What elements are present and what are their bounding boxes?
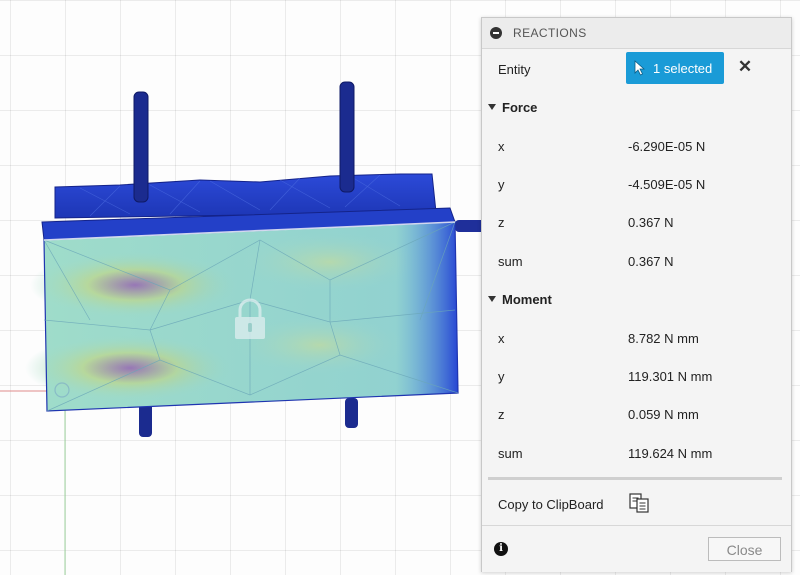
- force-z-label: z: [498, 215, 505, 230]
- pin-top-left: [133, 91, 149, 203]
- moment-sum-label: sum: [498, 446, 523, 461]
- info-icon[interactable]: i: [494, 542, 508, 556]
- close-button[interactable]: Close: [708, 537, 781, 561]
- moment-z-value: 0.059 N mm: [628, 407, 699, 422]
- reactions-panel: REACTIONS Entity 1 selected ✕ Force x -6…: [481, 17, 792, 572]
- moment-x-label: x: [498, 331, 505, 346]
- moment-y-value: 119.301 N mm: [628, 369, 713, 384]
- force-z-value: 0.367 N: [628, 215, 674, 230]
- force-y-label: y: [498, 177, 505, 192]
- force-sum-label: sum: [498, 254, 523, 269]
- moment-x-value: 8.782 N mm: [628, 331, 699, 346]
- chevron-down-icon: [488, 296, 496, 302]
- moment-sum-value: 119.624 N mm: [628, 446, 713, 461]
- force-heading: Force: [502, 100, 538, 115]
- force-sum-value: 0.367 N: [628, 254, 674, 269]
- collapse-icon[interactable]: [490, 27, 502, 39]
- panel-title: REACTIONS: [513, 26, 587, 40]
- cursor-icon: [634, 60, 645, 76]
- clipboard-icon[interactable]: [628, 492, 650, 514]
- copy-clipboard-label: Copy to ClipBoard: [498, 497, 604, 512]
- section-divider: [488, 477, 782, 480]
- entity-select-button[interactable]: 1 selected: [626, 52, 724, 84]
- entity-select-label: 1 selected: [653, 61, 713, 76]
- force-x-value: -6.290E-05 N: [628, 139, 706, 154]
- pin-top-right: [339, 81, 355, 193]
- force-x-label: x: [498, 139, 505, 154]
- panel-footer: i Close: [482, 525, 791, 572]
- pin-bottom-right: [345, 398, 358, 428]
- moment-y-label: y: [498, 369, 505, 384]
- chevron-down-icon: [488, 104, 496, 110]
- panel-title-bar: REACTIONS: [482, 18, 791, 49]
- moment-z-label: z: [498, 407, 505, 422]
- moment-heading: Moment: [502, 292, 552, 307]
- clear-icon[interactable]: ✕: [736, 57, 754, 77]
- force-y-value: -4.509E-05 N: [628, 177, 706, 192]
- force-section-header[interactable]: Force: [488, 100, 537, 115]
- entity-label: Entity: [498, 62, 531, 77]
- moment-section-header[interactable]: Moment: [488, 292, 552, 307]
